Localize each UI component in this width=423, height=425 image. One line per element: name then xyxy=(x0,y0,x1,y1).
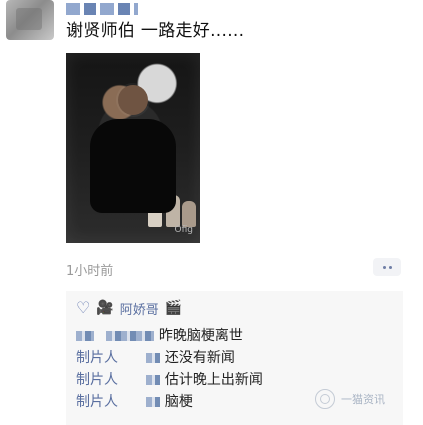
watermark-text: 一猫资讯 xyxy=(341,393,385,406)
likes-row: ♡ 🎥 阿娇哥 🎬 xyxy=(76,298,183,318)
comment-item[interactable]: 制片人 估计晚上出新闻 xyxy=(76,371,263,389)
comment-section: ♡ 🎥 阿娇哥 🎬 昨晚脑梗离世 制片人 还没有新闻 制片人 估计晚上出新闻 制… xyxy=(66,291,403,425)
blurred-name xyxy=(146,397,161,407)
heart-icon: ♡ xyxy=(76,298,91,317)
comment-item[interactable]: 昨晚脑梗离世 xyxy=(76,327,243,345)
user-name-blurred[interactable] xyxy=(66,3,138,15)
more-dots-icon xyxy=(382,265,386,269)
comment-text: 估计晚上出新闻 xyxy=(164,372,263,388)
more-dots-icon xyxy=(388,265,392,269)
chess-piece xyxy=(148,189,162,227)
camera-icon: 🎥 xyxy=(96,300,114,316)
post-image[interactable]: Ofig xyxy=(66,53,200,243)
chess-piece xyxy=(182,201,196,227)
more-button[interactable] xyxy=(373,258,401,276)
avatar[interactable] xyxy=(6,0,54,40)
comment-text: 脑梗 xyxy=(164,394,193,410)
camera-icon: 🎬 xyxy=(164,300,183,316)
image-watermark: Ofig xyxy=(174,225,193,235)
comment-author[interactable]: 制片人 xyxy=(76,371,144,389)
blurred-name xyxy=(76,331,94,341)
post-text: 谢贤师伯 一路走好...... xyxy=(66,21,245,41)
blurred-name xyxy=(146,353,161,363)
comment-author[interactable]: 制片人 xyxy=(76,393,144,411)
comment-item[interactable]: 制片人 还没有新闻 xyxy=(76,349,235,367)
chess-piece xyxy=(166,195,180,227)
watermark: 一猫资讯 xyxy=(315,389,385,409)
liked-user[interactable]: 阿娇哥 xyxy=(120,299,159,318)
comment-author[interactable]: 制片人 xyxy=(76,349,144,367)
blurred-name xyxy=(106,331,155,341)
blurred-name xyxy=(146,375,161,385)
watermark-icon xyxy=(315,389,335,409)
comment-text: 昨晚脑梗离世 xyxy=(158,328,243,344)
post-time: 1小时前 xyxy=(66,264,114,279)
comment-text: 还没有新闻 xyxy=(164,350,235,366)
comment-item[interactable]: 制片人 脑梗 xyxy=(76,393,193,411)
